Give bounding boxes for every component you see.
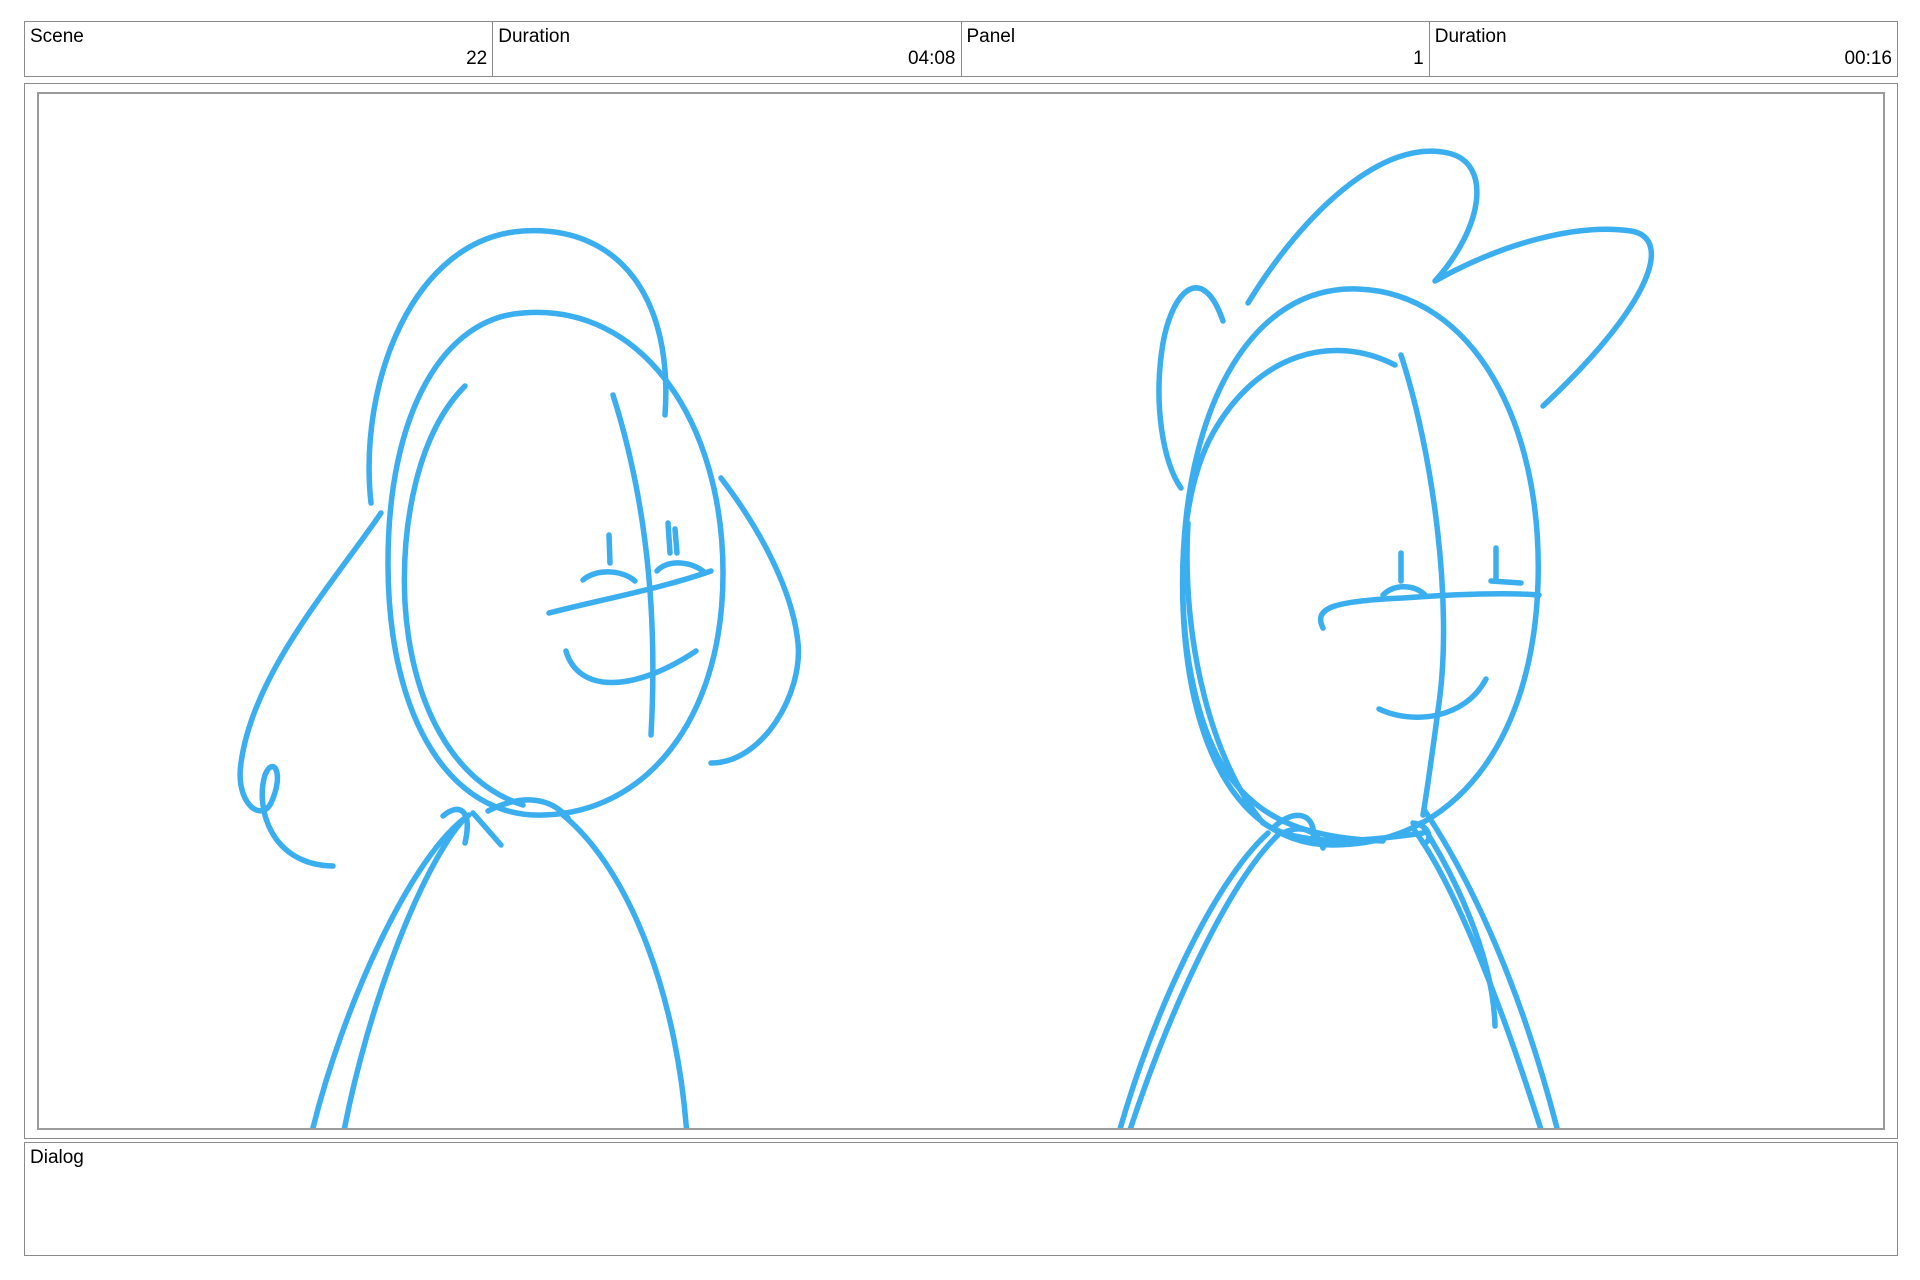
panel-duration-value: 00:16 [1844, 48, 1892, 69]
left-brow-2 [654, 560, 708, 576]
right-ear [1156, 285, 1226, 491]
left-hair-right [708, 475, 802, 766]
right-head-inner-line [1179, 347, 1398, 844]
left-smile [563, 648, 699, 686]
right-face-horizontal-guide [1317, 591, 1542, 631]
left-body-left-outer [310, 812, 472, 1128]
right-head-outline [1179, 286, 1541, 848]
scene-label: Scene [30, 26, 84, 47]
scene-value: 22 [466, 48, 488, 69]
right-body-left-inner [1127, 832, 1281, 1128]
left-character [237, 228, 802, 1128]
panel-cell: Panel 1 [962, 22, 1430, 76]
panel-canvas[interactable] [37, 92, 1885, 1130]
scene-duration-label: Duration [498, 26, 571, 47]
right-head-secondary-outline [1184, 520, 1426, 844]
right-smile [1376, 676, 1489, 720]
left-hair-left [237, 510, 384, 869]
left-eye-2 [665, 520, 673, 556]
left-body-right [560, 812, 690, 1128]
dialog-box[interactable]: Dialog [24, 1142, 1898, 1256]
sketch-drawing [237, 148, 1655, 1128]
right-character [1117, 148, 1655, 1128]
left-brow-1 [580, 569, 638, 584]
storyboard-header: Scene 22 Duration 04:08 Panel 1 Duration… [24, 21, 1898, 77]
left-head-inner-line [401, 383, 526, 808]
dialog-label: Dialog [30, 1147, 84, 1168]
left-eye-3 [672, 526, 680, 556]
scene-duration-cell: Duration 04:08 [493, 22, 962, 76]
left-hair-top [366, 228, 669, 506]
panel-frame [24, 83, 1898, 1139]
panel-duration-cell: Duration 00:16 [1430, 22, 1897, 76]
panel-label: Panel [966, 26, 1016, 47]
left-eye-1 [606, 532, 613, 566]
right-hair-bangs [1245, 148, 1655, 409]
scene-duration-value: 04:08 [907, 48, 956, 69]
panel-value: 1 [1413, 48, 1424, 69]
right-brow-2 [1488, 578, 1524, 586]
right-brow-1 [1380, 584, 1428, 598]
right-body-right-inner [1412, 828, 1544, 1128]
panel-duration-label: Duration [1434, 26, 1507, 47]
left-body-left-inner [341, 815, 468, 1128]
scene-cell: Scene 22 [25, 22, 494, 76]
